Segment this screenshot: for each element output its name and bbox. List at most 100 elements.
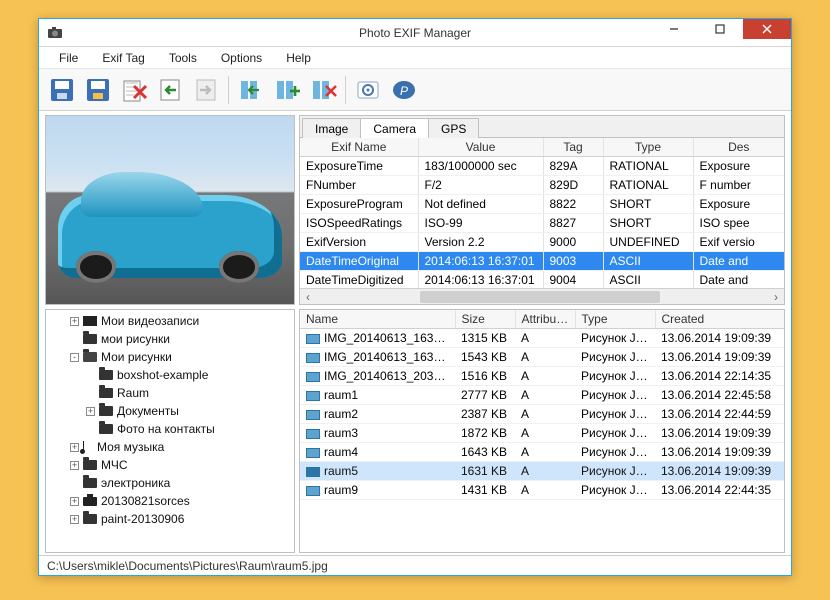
- delete-tag-icon: [120, 76, 148, 104]
- tab-gps[interactable]: GPS: [428, 118, 479, 138]
- tree-item[interactable]: -Мои рисунки: [50, 348, 290, 366]
- app-icon: [47, 25, 63, 41]
- menu-tools[interactable]: Tools: [157, 48, 209, 68]
- import-icon: [156, 76, 184, 104]
- toolbar: P: [39, 69, 791, 111]
- file-row[interactable]: IMG_20140613_163734...1543 KBAРисунок JP…: [300, 348, 784, 367]
- status-path: C:\Users\mikle\Documents\Pictures\Raum\r…: [47, 559, 328, 573]
- image-file-icon: [306, 410, 320, 420]
- image-file-icon: [306, 353, 320, 363]
- tree-item[interactable]: электроника: [50, 474, 290, 492]
- tree-item-label: электроника: [101, 476, 170, 490]
- tree-item[interactable]: + paint-20130906: [50, 510, 290, 528]
- titlebar[interactable]: Photo EXIF Manager: [39, 19, 791, 47]
- tree-item[interactable]: + Мои видеозаписи: [50, 312, 290, 330]
- file-row[interactable]: IMG_20140613_1637341315 KBAРисунок JP...…: [300, 329, 784, 348]
- file-column-header[interactable]: Size: [455, 310, 515, 329]
- toolbar-save-button[interactable]: [45, 73, 79, 107]
- toolbar-batch-remove-button[interactable]: [306, 73, 340, 107]
- exif-column-header[interactable]: Tag: [543, 138, 603, 157]
- save-image-icon: [84, 76, 112, 104]
- menu-help[interactable]: Help: [274, 48, 323, 68]
- tree-expand-toggle[interactable]: +: [86, 407, 95, 416]
- exif-grid-wrap[interactable]: Exif NameValueTagTypeDes ExposureTime183…: [300, 138, 784, 288]
- folder-tree[interactable]: + Мои видеозаписи мои рисунки-Мои рисункиb…: [45, 309, 295, 553]
- image-preview[interactable]: [45, 115, 295, 305]
- tree-expand-toggle: [86, 389, 95, 398]
- menu-file[interactable]: File: [47, 48, 90, 68]
- file-row[interactable]: raum22387 KBAРисунок JP...13.06.2014 22:…: [300, 405, 784, 424]
- tree-item[interactable]: +20130821sorces: [50, 492, 290, 510]
- maximize-button[interactable]: [697, 19, 743, 39]
- tree-expand-toggle[interactable]: -: [70, 353, 79, 362]
- folder-icon: [99, 388, 113, 398]
- tree-item[interactable]: Фото на контакты: [50, 420, 290, 438]
- exif-row[interactable]: ISOSpeedRatingsISO-998827SHORTISO spee: [300, 214, 784, 233]
- file-row[interactable]: raum41643 KBAРисунок JP...13.06.2014 19:…: [300, 443, 784, 462]
- file-column-header[interactable]: Created: [655, 310, 784, 329]
- tree-item[interactable]: мои рисунки: [50, 330, 290, 348]
- file-row[interactable]: raum51631 KBAРисунок JP...13.06.2014 19:…: [300, 462, 784, 481]
- tree-expand-toggle[interactable]: +: [70, 317, 79, 326]
- scroll-right-icon[interactable]: ›: [768, 289, 784, 305]
- tree-expand-toggle: [70, 479, 79, 488]
- menu-options[interactable]: Options: [209, 48, 274, 68]
- exif-row[interactable]: DateTimeDigitized2014:06:13 16:37:019004…: [300, 271, 784, 289]
- tab-camera[interactable]: Camera: [360, 118, 429, 138]
- tree-expand-toggle[interactable]: +: [70, 443, 79, 452]
- tree-expand-toggle[interactable]: +: [70, 515, 79, 524]
- file-row[interactable]: raum91431 KBAРисунок JP...13.06.2014 22:…: [300, 481, 784, 500]
- exif-row[interactable]: FNumberF/2829DRATIONALF number: [300, 176, 784, 195]
- exif-column-header[interactable]: Type: [603, 138, 693, 157]
- toolbar-settings-button[interactable]: [351, 73, 385, 107]
- file-list[interactable]: NameSizeAttributesTypeCreated IMG_201406…: [300, 310, 784, 500]
- folder-icon: [83, 478, 97, 488]
- tree-item-label: Мои видеозаписи: [101, 314, 199, 328]
- file-row[interactable]: raum31872 KBAРисунок JP...13.06.2014 19:…: [300, 424, 784, 443]
- tree-item[interactable]: +Моя музыка: [50, 438, 290, 456]
- exif-grid[interactable]: Exif NameValueTagTypeDes ExposureTime183…: [300, 138, 784, 288]
- close-button[interactable]: [743, 19, 791, 39]
- tree-item[interactable]: Raum: [50, 384, 290, 402]
- save-icon: [48, 76, 76, 104]
- exif-horizontal-scrollbar[interactable]: ‹ ›: [300, 288, 784, 304]
- toolbar-save-image-button[interactable]: [81, 73, 115, 107]
- exif-row[interactable]: ExifVersionVersion 2.29000UNDEFINEDExif …: [300, 233, 784, 252]
- exif-column-header[interactable]: Value: [418, 138, 543, 157]
- tree-item[interactable]: +МЧС: [50, 456, 290, 474]
- image-file-icon: [306, 467, 320, 477]
- file-row[interactable]: raum12777 KBAРисунок JP...13.06.2014 22:…: [300, 386, 784, 405]
- exif-row[interactable]: DateTimeOriginal2014:06:13 16:37:019003A…: [300, 252, 784, 271]
- image-file-icon: [306, 334, 320, 344]
- content-area: ImageCameraGPS Exif NameValueTagTypeDes …: [39, 111, 791, 555]
- exif-column-header[interactable]: Exif Name: [300, 138, 418, 157]
- toolbar-batch-clear-button[interactable]: [234, 73, 268, 107]
- tree-item-label: 20130821sorces: [101, 494, 190, 508]
- menu-exiftag[interactable]: Exif Tag: [90, 48, 156, 68]
- toolbar-export-button[interactable]: [189, 73, 223, 107]
- toolbar-import-button[interactable]: [153, 73, 187, 107]
- image-file-icon: [306, 391, 320, 401]
- scroll-thumb[interactable]: [420, 291, 660, 303]
- tree-expand-toggle[interactable]: +: [70, 461, 79, 470]
- tree-item[interactable]: +Документы: [50, 402, 290, 420]
- tree-expand-toggle: [70, 335, 79, 344]
- exif-row[interactable]: ExposureProgramNot defined8822SHORTExpos…: [300, 195, 784, 214]
- minimize-button[interactable]: [651, 19, 697, 39]
- tree-item[interactable]: boxshot-example: [50, 366, 290, 384]
- tree-item-label: Фото на контакты: [117, 422, 215, 436]
- exif-row[interactable]: ExposureTime183/1000000 sec829ARATIONALE…: [300, 157, 784, 176]
- file-column-header[interactable]: Attributes: [515, 310, 575, 329]
- toolbar-help-button[interactable]: P: [387, 73, 421, 107]
- image-file-icon: [306, 429, 320, 439]
- toolbar-batch-add-button[interactable]: [270, 73, 304, 107]
- file-column-header[interactable]: Type: [575, 310, 655, 329]
- tab-image[interactable]: Image: [302, 118, 361, 138]
- scroll-left-icon[interactable]: ‹: [300, 289, 316, 305]
- toolbar-delete-tag-button[interactable]: [117, 73, 151, 107]
- tree-item-label: paint-20130906: [101, 512, 184, 526]
- exif-column-header[interactable]: Des: [693, 138, 784, 157]
- tree-expand-toggle[interactable]: +: [70, 497, 79, 506]
- file-row[interactable]: IMG_20140613_2032251516 KBAРисунок JP...…: [300, 367, 784, 386]
- file-column-header[interactable]: Name: [300, 310, 455, 329]
